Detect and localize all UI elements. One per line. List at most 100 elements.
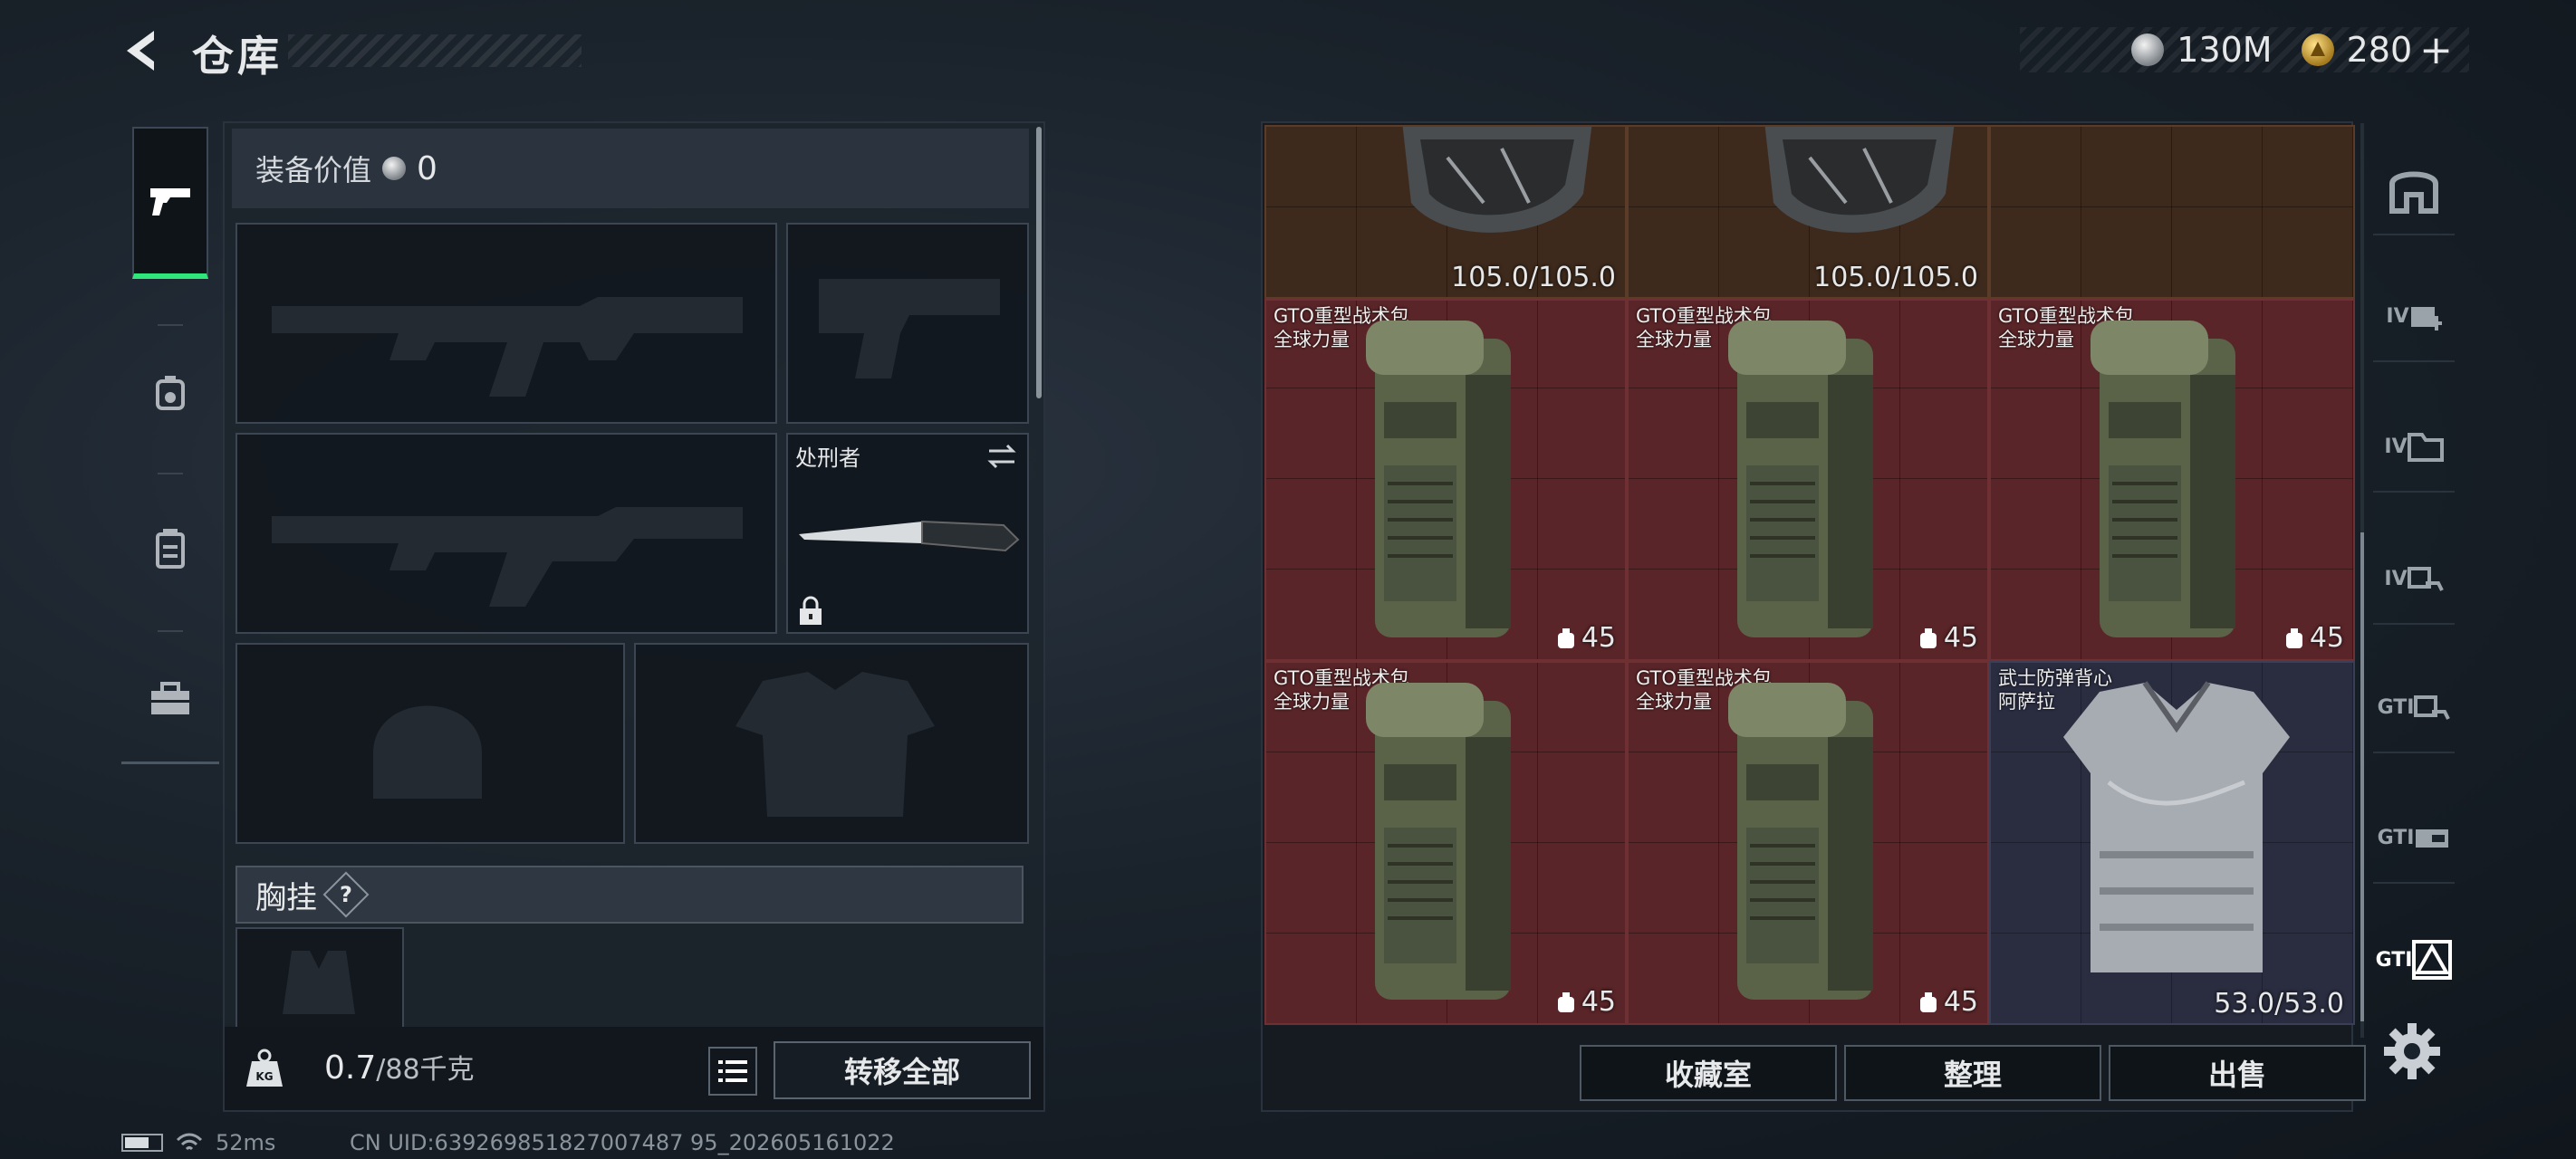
- item-capacity: 45: [1556, 622, 1616, 654]
- lock-icon: [800, 596, 822, 625]
- helmet-silhouette-icon: [373, 705, 482, 799]
- storage-panel: 105.0/105.0 105.0/105.0 GTO重型战术包 全球力量 45…: [1261, 121, 2366, 1112]
- item-durability: 105.0/105.0: [1813, 262, 1978, 293]
- backpack-icon: [1366, 321, 1511, 637]
- safe-box-icon: [2389, 171, 2438, 214]
- silver-coin-icon: [382, 157, 407, 180]
- nav-item-weapons[interactable]: [132, 127, 208, 279]
- armor-slot[interactable]: [634, 643, 1029, 844]
- melee-item-name: 处刑者: [795, 445, 860, 471]
- rail-tab-gti-case[interactable]: GTI: [2373, 793, 2455, 884]
- warning-box-icon: [2412, 940, 2453, 980]
- toolbox-icon: [151, 682, 189, 714]
- item-durability: 105.0/105.0: [1451, 262, 1616, 293]
- equipment-value-label: 装备价值: [255, 153, 372, 187]
- gold-balance: 280: [2346, 30, 2413, 70]
- page-title: 仓库: [192, 32, 283, 81]
- helmet-icon: [1764, 127, 1955, 233]
- storage-item-backpack[interactable]: GTO重型战术包 全球力量 45: [1627, 299, 1989, 661]
- backpack-small-icon: [1557, 991, 1574, 1012]
- storage-item-backpack[interactable]: GTO重型战术包 全球力量 45: [1264, 299, 1627, 661]
- loadout-scrollbar[interactable]: [1036, 127, 1042, 398]
- storage-item-backpack[interactable]: GTO重型战术包 全球力量 45: [1627, 661, 1989, 1025]
- status-bar: 52ms: [121, 1130, 275, 1155]
- rifle-silhouette-icon: [272, 297, 743, 397]
- case-icon: [2416, 829, 2449, 848]
- pistol-icon: [150, 188, 190, 216]
- user-id: CN UID:639269851827007487 95_20260516102…: [350, 1130, 895, 1155]
- currency-bar: 130M 280 +: [2020, 27, 2469, 73]
- rifle-silhouette-icon: [272, 507, 743, 607]
- list-icon: [718, 1060, 747, 1082]
- battery-icon: [121, 1134, 163, 1152]
- rail-tab-iv-folder[interactable]: IV: [2373, 402, 2455, 493]
- backpack-icon: [156, 529, 185, 569]
- rail-tab-gti-hand[interactable]: GTI: [2373, 663, 2455, 753]
- chest-rig-label: 胸挂: [255, 879, 317, 916]
- ping-readout: 52ms: [216, 1130, 276, 1155]
- loadout-panel: 装备价值 0 处刑者 胸挂 ? KG 0.7/88千克 转移全部: [223, 121, 1045, 1112]
- storage-item-backpack[interactable]: GTO重型战术包 全球力量 45: [1264, 661, 1627, 1025]
- backpack-icon: [1366, 683, 1511, 1000]
- sell-button[interactable]: 出售: [2109, 1045, 2366, 1101]
- title-decoration: [288, 34, 582, 67]
- equipment-value-bar: 装备价值 0: [232, 129, 1029, 208]
- pistol-silhouette-icon: [819, 279, 1000, 378]
- rail-tab-safe-box[interactable]: [2373, 145, 2455, 235]
- silver-balance: 130M: [2177, 30, 2273, 70]
- backpack-icon: [2091, 321, 2235, 637]
- chest-rig-silhouette-icon: [283, 951, 355, 1014]
- secondary-weapon-slot[interactable]: [235, 433, 777, 634]
- armor-vest-icon: [2063, 681, 2290, 972]
- storage-scrollbar-thumb[interactable]: [2360, 532, 2364, 1021]
- rail-tab-iv-add[interactable]: IV: [2373, 272, 2455, 362]
- settings-gear-icon[interactable]: [2380, 1020, 2444, 1083]
- weight-readout: 0.7/88千克: [324, 1047, 475, 1087]
- storage-item-armor[interactable]: 武士防弹背心 阿萨拉 53.0/53.0: [1989, 661, 2355, 1025]
- help-icon[interactable]: ?: [322, 871, 370, 918]
- backpack-icon: [1728, 321, 1873, 637]
- backpack-small-icon: [1557, 627, 1574, 648]
- storage-item-helmet[interactable]: 105.0/105.0: [1264, 125, 1627, 299]
- hand-case-icon: [2414, 695, 2451, 720]
- helmet-slot[interactable]: [235, 643, 625, 844]
- swap-icon[interactable]: [984, 438, 1020, 474]
- pistol-slot[interactable]: [786, 223, 1029, 424]
- storage-grid: 105.0/105.0 105.0/105.0 GTO重型战术包 全球力量 45…: [1264, 125, 2355, 1025]
- silver-coin-icon: [2131, 34, 2165, 66]
- back-arrow-icon[interactable]: [118, 25, 168, 76]
- nav-item-gear[interactable]: [132, 333, 208, 455]
- item-capacity: 45: [1918, 622, 1978, 654]
- sort-button[interactable]: 整理: [1844, 1045, 2101, 1101]
- nav-item-toolbox[interactable]: [132, 639, 208, 757]
- backpack-small-icon: [1919, 627, 1937, 648]
- add-currency-button[interactable]: +: [2419, 27, 2453, 73]
- primary-weapon-slot[interactable]: [235, 223, 777, 424]
- item-capacity: 45: [1918, 986, 1978, 1018]
- loadout-footer: KG 0.7/88千克 转移全部: [225, 1027, 1043, 1110]
- armor-silhouette-icon: [735, 672, 935, 817]
- add-case-icon: [2410, 307, 2442, 330]
- weight-current: 0.7: [324, 1049, 377, 1087]
- item-capacity: 45: [1556, 986, 1616, 1018]
- transfer-all-button[interactable]: 转移全部: [774, 1041, 1031, 1099]
- list-view-button[interactable]: [708, 1047, 757, 1096]
- storage-item-backpack[interactable]: GTO重型战术包 全球力量 45: [1989, 299, 2355, 661]
- collection-room-button[interactable]: 收藏室: [1580, 1045, 1837, 1101]
- rail-tab-gti-alert[interactable]: GTI: [2373, 915, 2455, 1005]
- item-capacity: 45: [2284, 622, 2344, 654]
- melee-slot[interactable]: 处刑者: [786, 433, 1029, 634]
- backpack-icon: [1728, 683, 1873, 1000]
- rail-tab-iv-hand[interactable]: IV: [2373, 534, 2455, 625]
- hand-case-icon: [2407, 567, 2444, 591]
- helmet-icon: [1402, 127, 1592, 233]
- helmet-bag-icon: [156, 376, 185, 410]
- weight-max: /88千克: [376, 1054, 475, 1086]
- nav-item-backpack[interactable]: [132, 482, 208, 616]
- storage-cell-empty[interactable]: [1989, 125, 2355, 299]
- gold-coin-icon: [2301, 34, 2334, 66]
- backpack-small-icon: [1919, 991, 1937, 1012]
- equipment-value: 0: [417, 149, 437, 187]
- storage-item-helmet[interactable]: 105.0/105.0: [1627, 125, 1989, 299]
- chest-rig-slot[interactable]: [235, 927, 404, 1027]
